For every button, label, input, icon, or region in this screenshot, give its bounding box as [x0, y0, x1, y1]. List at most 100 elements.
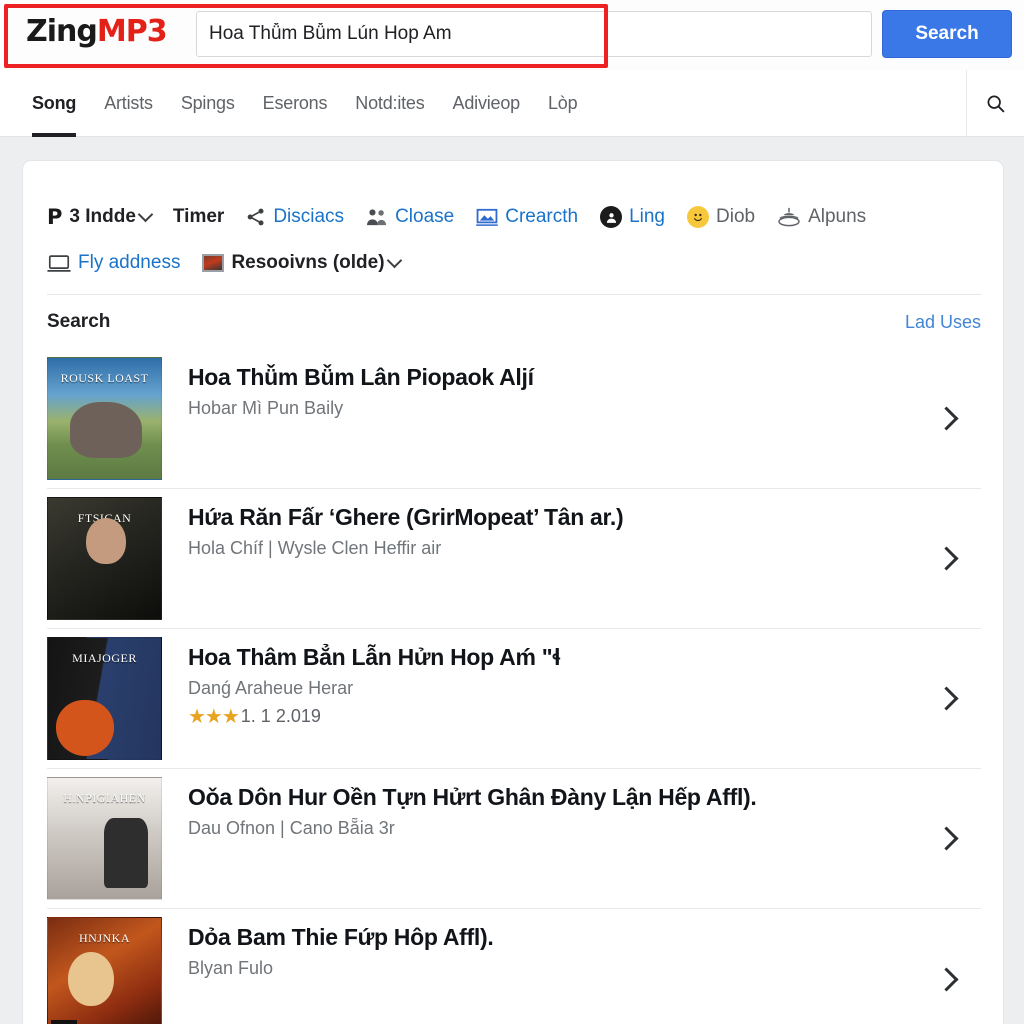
- tab-song[interactable]: Song: [18, 70, 90, 137]
- tab-l-p[interactable]: Lòp: [534, 70, 591, 137]
- chevron-down-icon[interactable]: [386, 252, 402, 268]
- tab-label: Lòp: [547, 93, 578, 113]
- tab-artists[interactable]: Artists: [90, 70, 167, 137]
- nav-search-icon[interactable]: [966, 70, 1024, 137]
- logo-text-accent: MP3: [96, 14, 168, 49]
- toolbar-item-resooivns-olde[interactable]: Resooivns (olde): [202, 251, 402, 275]
- result-title[interactable]: Hoa Thâm Bẳn Lẫn Hửn Hop Aḿ "ɬ: [188, 643, 911, 671]
- smiley-icon: [687, 206, 709, 228]
- toolbar-item-disciacs[interactable]: Disciacs: [246, 205, 344, 229]
- toolbar-item-ling[interactable]: Ling: [600, 205, 665, 229]
- chevron-right-icon[interactable]: [911, 686, 981, 711]
- toolbar-item-label: Diob: [716, 206, 756, 227]
- result-thumbnail: FTSICAN: [47, 497, 162, 620]
- results-action-link[interactable]: Lad Uses: [905, 312, 981, 333]
- result-meta: ★★★ 1. 1 2.019: [188, 706, 911, 727]
- result-title[interactable]: Hoa Thǚm Bǚm Lân Piopaok Aljí: [188, 363, 911, 391]
- tab-label: Spings: [180, 93, 235, 113]
- toolbar-item-fly-addness[interactable]: Fly addness: [47, 251, 180, 275]
- explicit-badge: PARENTAL: [51, 1020, 77, 1024]
- thumbnail-icon: [202, 254, 225, 272]
- chevron-right-icon[interactable]: [911, 546, 981, 571]
- result-title[interactable]: Oǒa Dôn Hur Oền Tựn Hửrt Ghân Đàny Lận H…: [188, 783, 911, 811]
- thumbnail-caption: FTSICAN: [77, 511, 132, 525]
- search-input[interactable]: [196, 11, 872, 57]
- result-row[interactable]: HNJNKA PARENTAL Dỏa Bam Thie Fứp Hôp Affl)…: [47, 909, 981, 1024]
- toolbar-item-label: Resooivns (olde): [231, 252, 385, 273]
- chevron-down-icon[interactable]: [137, 206, 154, 222]
- group-icon: [366, 207, 388, 227]
- result-subtitle: Danǵ Araheue Herar: [188, 678, 354, 698]
- toolbar-item-label: Fly addness: [78, 252, 181, 273]
- result-meta-text: 1. 1 2.019: [240, 706, 321, 726]
- results-header: Search Lad Uses: [47, 311, 981, 339]
- chevron-right-icon[interactable]: [911, 966, 981, 992]
- thumbnail-caption: HNJNKA: [79, 931, 130, 945]
- thumbnail-caption: MIAJOGER: [72, 651, 137, 665]
- search-icon: [987, 95, 1005, 113]
- nav-tabs: Song Artists Spings Eserons Notd:ites Adivieo…: [18, 70, 591, 137]
- tab-eserons[interactable]: Eserons: [249, 70, 342, 137]
- result-thumbnail: H.NPIGIAHEN: [47, 777, 162, 900]
- avatar: [600, 206, 623, 228]
- result-body: Dỏa Bam Thie Fứp Hôp Affl). Blyan Fulo: [162, 909, 911, 980]
- search-button-label: Search: [915, 23, 979, 44]
- result-body: Hứa Răn Fấr ‘Ghere (GrirMopeat’ Tân ar.)…: [162, 489, 911, 560]
- result-title[interactable]: Dỏa Bam Thie Fứp Hôp Affl).: [188, 923, 911, 951]
- toolbar-item-label: Timer: [172, 206, 225, 227]
- laptop-icon: [47, 254, 71, 273]
- toolbar-row-secondary: Fly addness Resooivns (olde): [47, 251, 422, 275]
- cake-icon: [777, 207, 801, 227]
- image-icon: [202, 254, 225, 272]
- tab-spings[interactable]: Spings: [167, 70, 249, 137]
- results-title: Search: [47, 311, 111, 332]
- star-rating: ★★★: [188, 705, 240, 728]
- toolbar-item-label: Ling: [629, 206, 665, 227]
- result-body: Hoa Thǚm Bǚm Lân Piopaok Aljí Hobar Mì Pu…: [162, 349, 911, 420]
- chevron-right-icon[interactable]: [911, 826, 981, 851]
- result-row[interactable]: MIAJOGER Hoa Thâm Bẳn Lẫn Hửn Hop Aḿ "ɬ Da…: [47, 629, 981, 769]
- thumbnail-caption: ROUSK LOAST: [60, 371, 149, 385]
- result-row[interactable]: ROUSK LOAST Hoa Thǚm Bǚm Lân Piopaok Aljí…: [47, 349, 981, 489]
- share-icon: [246, 207, 266, 227]
- tab-label: Eserons: [262, 93, 328, 113]
- app-header: ZingMP3 Search: [0, 0, 1024, 70]
- result-thumbnail: MIAJOGER: [47, 637, 162, 760]
- toolbar-item-label: Crearcth: [505, 206, 579, 227]
- avatar-icon: [600, 206, 623, 228]
- link-icon: [476, 208, 499, 226]
- chevron-right-icon[interactable]: [911, 406, 981, 431]
- tab-label: Adivieop: [452, 93, 521, 113]
- result-subtitle: Hola Chíf | Wysle Clen Heffir air: [188, 538, 442, 558]
- toolbar-item-timer[interactable]: Timer: [173, 205, 224, 229]
- toolbar-item-3-indde[interactable]: P 3 Indde: [47, 205, 154, 229]
- thumbnail-caption: H.NPIGIAHEN: [63, 791, 146, 805]
- result-subtitle: Blyan Fulo: [188, 958, 274, 978]
- toolbar-item-label: Alpuns: [808, 206, 867, 227]
- toolbar-item-diob[interactable]: Diob: [687, 205, 755, 229]
- result-subtitle: Hobar Mì Pun Baily: [188, 398, 344, 418]
- zingmp3-logo[interactable]: ZingMP3: [26, 14, 168, 49]
- toolbar-divider: [47, 294, 981, 295]
- logo-text-primary: Zing: [26, 14, 98, 49]
- result-body: Hoa Thâm Bẳn Lẫn Hửn Hop Aḿ "ɬ Danǵ Arahe…: [162, 629, 911, 727]
- result-thumbnail: ROUSK LOAST: [47, 357, 162, 480]
- result-thumbnail: HNJNKA PARENTAL: [47, 917, 162, 1024]
- toolbar-item-crearcth[interactable]: Crearcth: [476, 205, 578, 229]
- result-title[interactable]: Hứa Răn Fấr ‘Ghere (GrirMopeat’ Tân ar.): [188, 503, 911, 531]
- results-card: P 3 Indde Timer Disciacs Cloase Crearcth Ling D…: [22, 160, 1004, 1024]
- toolbar-item-cloase[interactable]: Cloase: [366, 205, 454, 229]
- result-row[interactable]: H.NPIGIAHEN Oǒa Dôn Hur Oền Tựn Hửrt Ghân…: [47, 769, 981, 909]
- toolbar-row-primary: P 3 Indde Timer Disciacs Cloase Crearcth Ling D…: [47, 205, 888, 229]
- search-button[interactable]: Search: [882, 10, 1012, 58]
- emoji-icon: [687, 206, 709, 228]
- tab-label: Artists: [104, 93, 153, 113]
- tab-notd-ites[interactable]: Notd:ites: [341, 70, 438, 137]
- result-row[interactable]: FTSICAN Hứa Răn Fấr ‘Ghere (GrirMopeat’ T…: [47, 489, 981, 629]
- toolbar-item-alpuns[interactable]: Alpuns: [777, 205, 866, 229]
- tab-adivieop[interactable]: Adivieop: [439, 70, 534, 137]
- tab-label: Song: [32, 93, 77, 113]
- page-root: ZingMP3 Search Song Artists Spings Eserons N…: [0, 0, 1024, 1024]
- toolbar-item-label: 3 Indde: [69, 206, 136, 227]
- result-subtitle: Dau Ofnon | Cano Bẵia 3r: [188, 818, 395, 838]
